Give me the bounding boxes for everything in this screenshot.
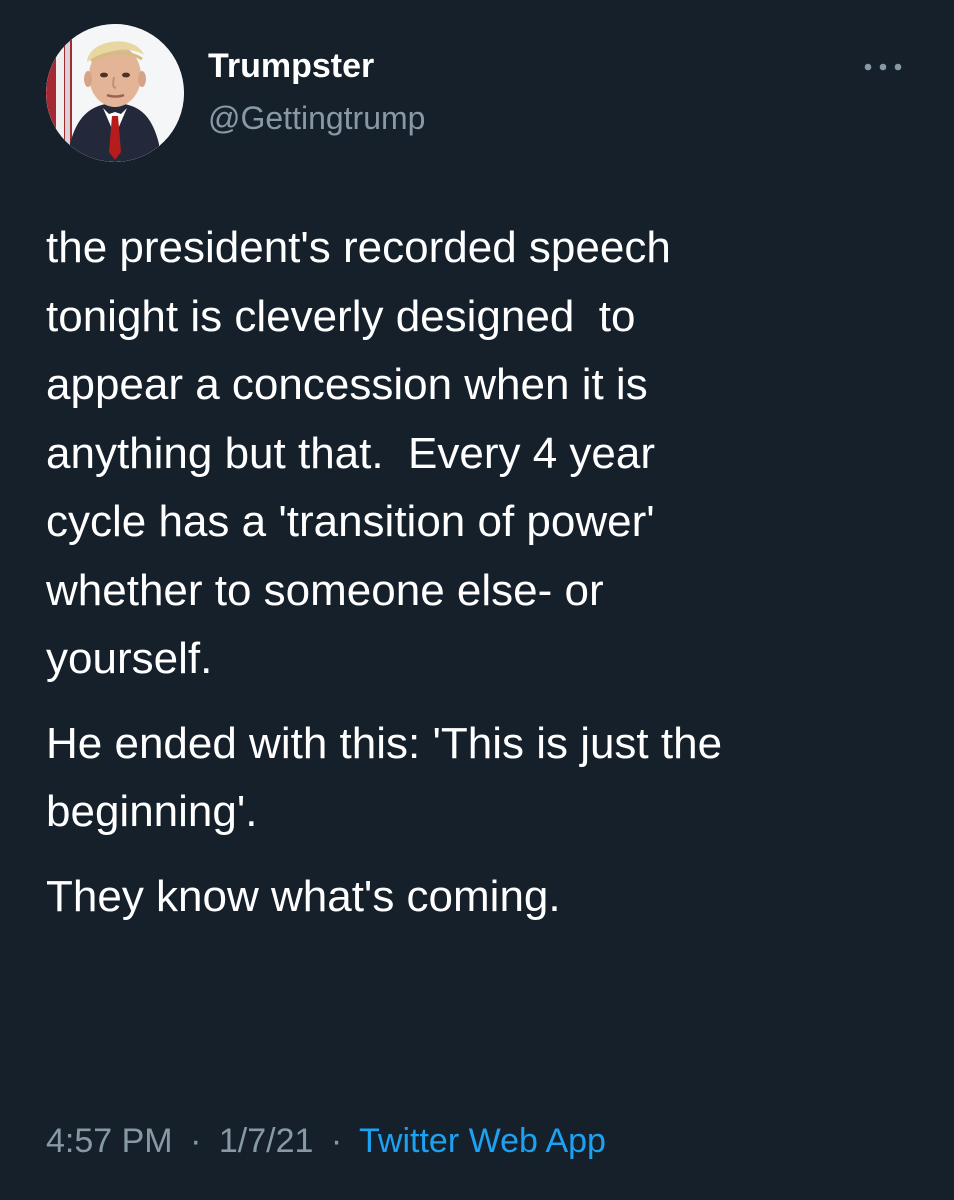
- tweet-metadata: 4:57 PM · 1/7/21 · Twitter Web App: [46, 1118, 606, 1164]
- more-options-button[interactable]: [856, 50, 910, 84]
- tweet-paragraph: They know what's coming.: [46, 863, 906, 932]
- tweet-time[interactable]: 4:57 PM: [46, 1122, 173, 1160]
- tweet-text: the president's recorded speech tonight …: [46, 214, 906, 931]
- tweet-text-line: yourself.: [46, 634, 213, 683]
- tweet-date[interactable]: 1/7/21: [219, 1122, 314, 1160]
- user-handle[interactable]: @Gettingtrump: [208, 98, 425, 138]
- tweet-paragraph: the president's recorded speech tonight …: [46, 214, 906, 694]
- metadata-separator: ·: [190, 1122, 202, 1160]
- tweet-text-line: the president's recorded speech: [46, 223, 671, 272]
- metadata-separator: ·: [330, 1122, 343, 1160]
- avatar[interactable]: [46, 24, 184, 162]
- more-options-icon: [864, 63, 902, 71]
- tweet-text-line: whether to someone else- or: [46, 565, 604, 615]
- tweet-text-line: cycle has a 'transition of power': [46, 497, 655, 546]
- profile-photo-icon: [46, 24, 184, 162]
- tweet-text-line: appear a concession when it is: [46, 360, 648, 409]
- tweet-card: Trumpster @Gettingtrump the president's …: [0, 0, 954, 1200]
- tweet-source-link[interactable]: Twitter Web App: [359, 1122, 606, 1160]
- tweet-text-line: tonight is cleverly designed to: [46, 291, 636, 341]
- tweet-text-line: anything but that. Every 4 year: [46, 428, 656, 478]
- tweet-text-line: He ended with this: 'This is just the: [46, 718, 723, 768]
- display-name[interactable]: Trumpster: [208, 46, 374, 86]
- tweet-text-line: They know what's coming.: [46, 871, 561, 921]
- tweet-text-line: beginning'.: [46, 787, 258, 836]
- tweet-paragraph: He ended with this: 'This is just the be…: [46, 710, 906, 847]
